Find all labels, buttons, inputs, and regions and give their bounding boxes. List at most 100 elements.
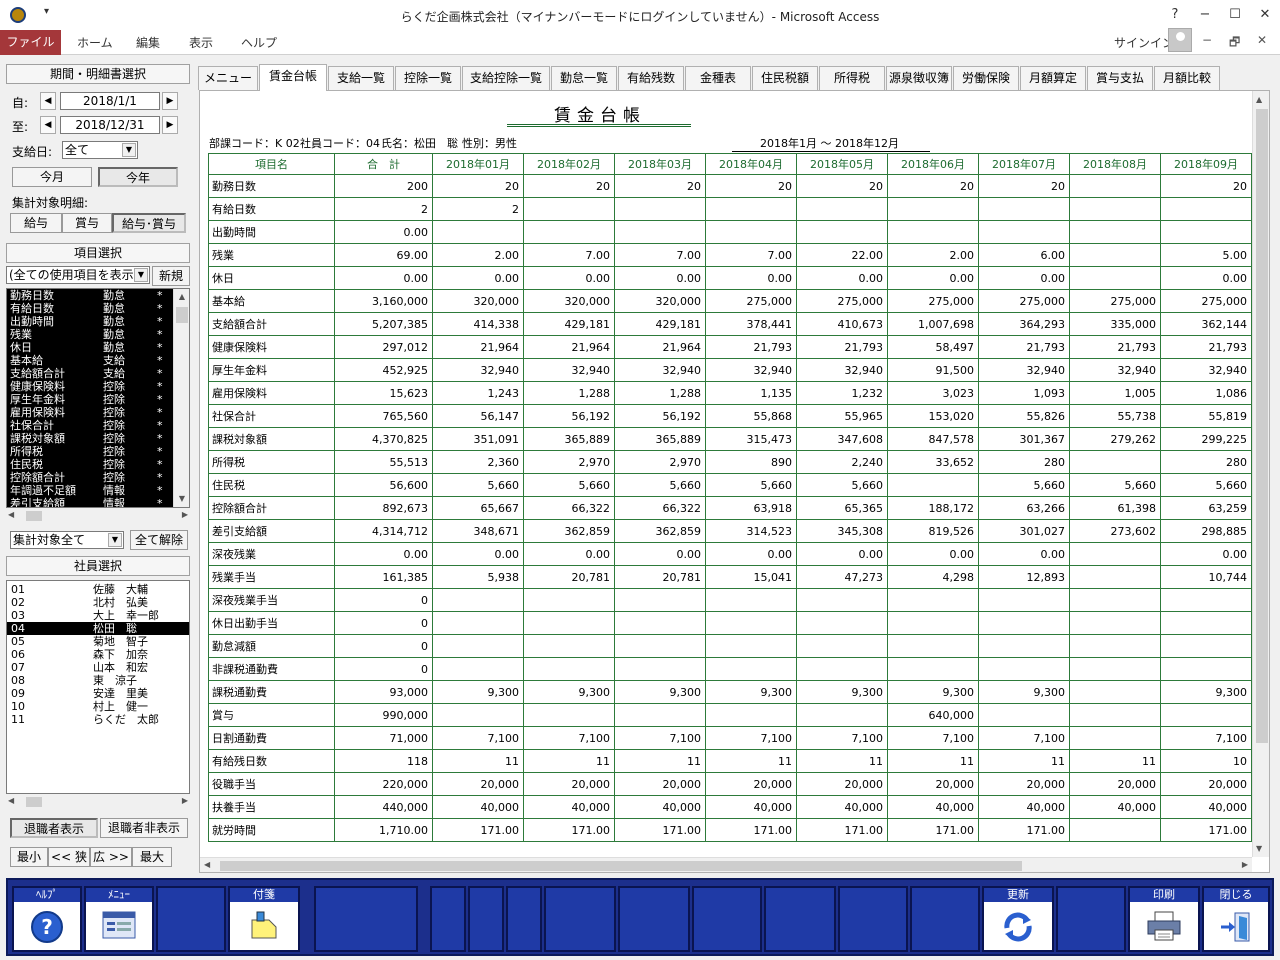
fkey-blank-2[interactable]	[314, 886, 418, 952]
tab-11[interactable]: 労働保険	[953, 66, 1019, 90]
this-year-button[interactable]: 今年	[98, 167, 178, 187]
tab-1[interactable]: 賃金台帳	[259, 64, 327, 91]
tab-13[interactable]: 賞与支払	[1087, 66, 1153, 90]
list-item[interactable]: 10 村上 健一	[7, 700, 189, 713]
this-month-button[interactable]: 今月	[12, 167, 92, 187]
doc-close-button[interactable]: ✕	[1257, 33, 1267, 47]
tab-2[interactable]: 支給一覧	[328, 66, 394, 90]
list-item[interactable]: 基本給 支給 *	[7, 354, 189, 367]
tab-3[interactable]: 控除一覧	[395, 66, 461, 90]
target-bonus-button[interactable]: 賞与	[62, 213, 112, 233]
target-salary-button[interactable]: 給与	[10, 213, 62, 233]
item-filter-select[interactable]: (全ての使用項目を表示) ▼	[6, 266, 150, 284]
hide-retired-button[interactable]: 退職者非表示	[100, 818, 188, 838]
ribbon-tab-edit[interactable]: 編集	[136, 34, 160, 51]
employee-select-header[interactable]: 社員選択	[6, 556, 190, 576]
doc-restore-button[interactable]: 🗗	[1229, 33, 1240, 54]
chevron-down-icon[interactable]: ▼	[174, 491, 189, 507]
fkey-blank-12[interactable]	[1056, 886, 1126, 952]
from-date-field[interactable]: 2018/1/1	[60, 92, 160, 110]
tag-button[interactable]: 付箋	[228, 886, 300, 952]
chevron-down-icon[interactable]: ▼	[122, 143, 136, 157]
employee-list-hscrollbar[interactable]: ◀ ▶	[6, 794, 190, 810]
list-item[interactable]: 厚生年金料 控除 *	[7, 393, 189, 406]
fkey-blank-5[interactable]	[506, 886, 542, 952]
tab-14[interactable]: 月額比較	[1154, 66, 1220, 90]
list-item[interactable]: 休日 勤怠 *	[7, 341, 189, 354]
fkey-blank-7[interactable]	[618, 886, 690, 952]
item-select-header[interactable]: 項目選択	[6, 243, 190, 263]
from-next-button[interactable]: ▶	[162, 92, 178, 110]
chevron-down-icon[interactable]: ▼	[108, 533, 122, 547]
print-button[interactable]: 印刷	[1128, 886, 1200, 952]
chevron-right-icon[interactable]: ▶	[182, 510, 188, 519]
scroll-thumb[interactable]	[26, 511, 42, 521]
chevron-down-icon[interactable]: ▼	[1256, 844, 1262, 853]
new-item-button[interactable]: 新規	[152, 266, 190, 286]
list-item[interactable]: 08 東 涼子	[7, 674, 189, 687]
tab-12[interactable]: 月額算定	[1020, 66, 1086, 90]
ribbon-tab-home[interactable]: ホーム	[77, 34, 113, 51]
payday-select[interactable]: 全て ▼	[62, 141, 138, 159]
list-item[interactable]: 所得税 控除 *	[7, 445, 189, 458]
list-item[interactable]: 差引支給額 情報 *	[7, 497, 189, 507]
item-list[interactable]: 勤務日数 勤怠 * 有給日数 勤怠 * 出勤時間 勤怠 * 残業 勤怠 * 休日 勤怠 * 基本給 支給 * 支給額…	[6, 288, 190, 508]
close-window-button[interactable]: ✕	[1250, 0, 1280, 30]
report-vscrollbar[interactable]: ▲ ▼	[1252, 91, 1269, 857]
list-item[interactable]: 有給日数 勤怠 *	[7, 302, 189, 315]
scroll-thumb[interactable]	[176, 307, 188, 323]
fkey-blank-11[interactable]	[910, 886, 980, 952]
avatar[interactable]	[1168, 28, 1192, 52]
list-item[interactable]: 05 菊地 智子	[7, 635, 189, 648]
scroll-thumb[interactable]	[26, 797, 42, 807]
list-item[interactable]: 住民税 控除 *	[7, 458, 189, 471]
refresh-button[interactable]: 更新	[982, 886, 1054, 952]
list-item[interactable]: 02 北村 弘美	[7, 596, 189, 609]
list-item[interactable]: 控除額合計 控除 *	[7, 471, 189, 484]
chevron-up-icon[interactable]: ▲	[174, 289, 189, 305]
show-retired-button[interactable]: 退職者表示	[10, 818, 98, 838]
scroll-thumb[interactable]	[220, 861, 1022, 871]
list-item[interactable]: 07 山本 和宏	[7, 661, 189, 674]
to-date-field[interactable]: 2018/12/31	[60, 116, 160, 134]
target-both-button[interactable]: 給与･賞与	[112, 213, 186, 233]
tab-4[interactable]: 支給控除一覧	[462, 66, 550, 90]
ribbon-tab-file[interactable]: ファイル	[0, 30, 61, 55]
item-list-hscrollbar[interactable]: ◀ ▶	[6, 508, 190, 524]
size-min-button[interactable]: 最小	[10, 847, 48, 867]
list-item[interactable]: 09 安達 里美	[7, 687, 189, 700]
to-prev-button[interactable]: ◀	[40, 116, 56, 134]
size-narrow-button[interactable]: << 狭	[48, 847, 90, 867]
tab-10[interactable]: 源泉徴収簿	[886, 66, 952, 90]
fkey-blank-3[interactable]	[430, 886, 466, 952]
employee-list[interactable]: 01 佐藤 大輔 02 北村 弘美 03 大上 幸一郎 04 松田 聡 05 菊地 智子 06 森下 …	[6, 580, 190, 794]
chevron-right-icon[interactable]: ▶	[182, 796, 188, 805]
fkey-blank-1[interactable]	[156, 886, 226, 952]
list-item[interactable]: 04 松田 聡	[7, 622, 189, 635]
maximize-button[interactable]: ☐	[1220, 0, 1250, 30]
list-item[interactable]: 11 らくだ 太郎	[7, 713, 189, 726]
aggregate-filter-select[interactable]: 集計対象全て ▼	[10, 531, 124, 549]
size-max-button[interactable]: 最大	[132, 847, 172, 867]
item-list-scrollbar[interactable]: ▲ ▼	[173, 289, 189, 507]
help-button[interactable]: ﾍﾙﾌﾟ ?	[12, 886, 82, 952]
list-item[interactable]: 勤務日数 勤怠 *	[7, 289, 189, 302]
to-next-button[interactable]: ▶	[162, 116, 178, 134]
tab-0[interactable]: メニュー	[198, 66, 258, 90]
fkey-blank-4[interactable]	[468, 886, 504, 952]
period-select-header[interactable]: 期間・明細書選択	[6, 64, 190, 84]
report-hscrollbar[interactable]: ◀ ▶	[200, 857, 1252, 872]
scroll-thumb[interactable]	[1256, 109, 1268, 743]
menu-button[interactable]: ﾒﾆｭｰ	[84, 886, 154, 952]
tab-5[interactable]: 勤怠一覧	[551, 66, 617, 90]
chevron-up-icon[interactable]: ▲	[1256, 95, 1262, 104]
chevron-left-icon[interactable]: ◀	[8, 796, 14, 805]
close-button[interactable]: 閉じる	[1202, 886, 1270, 952]
list-item[interactable]: 06 森下 加奈	[7, 648, 189, 661]
list-item[interactable]: 出勤時間 勤怠 *	[7, 315, 189, 328]
tab-9[interactable]: 所得税	[819, 66, 885, 90]
list-item[interactable]: 残業 勤怠 *	[7, 328, 189, 341]
tab-8[interactable]: 住民税額	[752, 66, 818, 90]
fkey-blank-10[interactable]	[838, 886, 908, 952]
chevron-left-icon[interactable]: ◀	[8, 510, 14, 519]
